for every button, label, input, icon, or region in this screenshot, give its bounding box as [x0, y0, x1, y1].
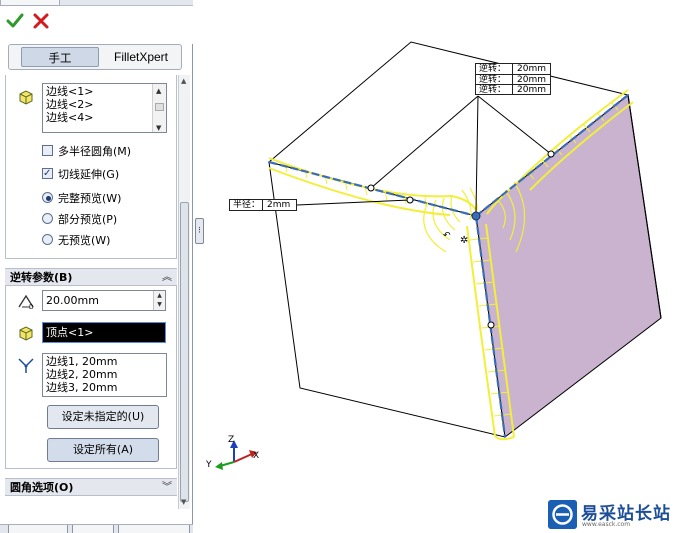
- graphics-viewport[interactable]: ✲ ↶ Z X Y 逆转： 20mm 逆转： 20mm 逆转： 20mm 半径： 2mm: [201, 0, 682, 533]
- scroll-down-icon[interactable]: ▼: [156, 122, 161, 132]
- radio-button[interactable]: [42, 192, 53, 203]
- scroll-thumb[interactable]: [155, 103, 164, 111]
- cancel-button[interactable]: [32, 12, 50, 30]
- setback-distance-field[interactable]: 20.00mm ▲ ▼: [42, 290, 166, 311]
- tangent-propagation-label: 切线延伸(G): [58, 168, 120, 181]
- panel-scroll-thumb[interactable]: [180, 202, 189, 502]
- callout-row: 逆转： 20mm: [476, 64, 550, 74]
- setback-parameters-header[interactable]: 逆转参数(B) ︽: [5, 268, 177, 286]
- property-manager-header: [0, 0, 193, 44]
- coordinate-triad: Z X Y: [205, 435, 259, 470]
- list-item[interactable]: 边线<2>: [46, 98, 163, 111]
- triad-y-label: Y: [205, 460, 212, 470]
- callout-row: 半径： 2mm: [230, 200, 296, 210]
- watermark-subtitle: www.easck.com: [582, 521, 631, 528]
- list-item[interactable]: 边线<1>: [46, 85, 163, 98]
- vertex-field[interactable]: 顶点<1>: [42, 322, 166, 343]
- title-tab: [0, 0, 60, 6]
- no-preview-radio[interactable]: 无预览(W): [42, 233, 110, 249]
- triad-z-label: Z: [228, 435, 234, 445]
- collapse-chevron-icon[interactable]: ︽: [162, 269, 172, 286]
- callout-value: 20mm: [512, 75, 546, 85]
- setback-parameters-title: 逆转参数(B): [10, 271, 73, 284]
- triad-x-label: X: [253, 451, 259, 461]
- setback-list-icon: [18, 358, 34, 373]
- scroll-up-icon[interactable]: ▲: [181, 77, 186, 85]
- setback-distance-icon: D: [18, 294, 34, 310]
- bottom-tab-strip: [0, 524, 193, 533]
- cursor-marker: ✲: [460, 235, 468, 246]
- checkbox-box[interactable]: [42, 166, 53, 182]
- full-preview-label: 完整预览(W): [58, 192, 122, 205]
- list-item[interactable]: 边线<4>: [46, 111, 163, 124]
- callout-label: 逆转：: [479, 85, 507, 95]
- fillet-options-header[interactable]: 圆角选项(O) ︾: [5, 478, 177, 496]
- bottom-tab[interactable]: [118, 525, 190, 533]
- callout-label: 半径：: [233, 200, 261, 210]
- vertex-value: 顶点<1>: [46, 326, 94, 339]
- multi-radius-label: 多半径圆角(M): [58, 145, 132, 158]
- panel-splitter[interactable]: [193, 0, 201, 533]
- logo-e-icon: [548, 500, 577, 529]
- site-watermark: 易采站长站 www.easck.com: [548, 498, 682, 533]
- fillet-options-title: 圆角选项(O): [10, 481, 74, 494]
- partial-preview-label: 部分预览(P): [58, 213, 118, 226]
- bottom-tab[interactable]: [8, 525, 68, 533]
- full-preview-radio[interactable]: 完整预览(W): [42, 191, 121, 207]
- tab-bar: 手工 FilletXpert: [8, 44, 182, 70]
- tab-manual[interactable]: 手工: [21, 47, 99, 67]
- tab-filletxpert[interactable]: FilletXpert: [105, 47, 177, 67]
- callout-label: 逆转：: [479, 64, 507, 74]
- rotate-marker: ↶: [443, 231, 451, 241]
- setback-distances-list[interactable]: 边线1, 20mm 边线2, 20mm 边线3, 20mm: [42, 353, 167, 397]
- checkbox-box[interactable]: [42, 145, 53, 156]
- setback-callout[interactable]: 逆转： 20mm 逆转： 20mm 逆转： 20mm: [475, 63, 551, 95]
- list-item[interactable]: 边线2, 20mm: [46, 368, 163, 381]
- scroll-down-icon[interactable]: ▼: [181, 498, 186, 506]
- edges-list[interactable]: 边线<1> 边线<2> 边线<4> ▲ ▼: [42, 83, 167, 133]
- list-item[interactable]: 边线1, 20mm: [46, 355, 163, 368]
- radio-button[interactable]: [42, 234, 53, 245]
- ok-button[interactable]: [6, 12, 24, 30]
- callout-row: 逆转： 20mm: [476, 84, 550, 95]
- partial-preview-radio[interactable]: 部分预览(P): [42, 212, 117, 228]
- edges-list-scrollbar[interactable]: ▲ ▼: [152, 84, 166, 132]
- callout-value: 20mm: [512, 85, 546, 95]
- vertex-marker[interactable]: [471, 211, 481, 221]
- list-item[interactable]: 边线3, 20mm: [46, 381, 163, 394]
- vertex-selection-icon: [19, 326, 33, 341]
- panel-scrollbar[interactable]: ▲ ▼: [178, 75, 190, 509]
- svg-text:D: D: [29, 304, 34, 310]
- radius-callout[interactable]: 半径： 2mm: [229, 199, 297, 211]
- set-all-button[interactable]: 设定所有(A): [47, 438, 159, 462]
- items-to-fillet-group: 边线<1> 边线<2> 边线<4> ▲ ▼ 多半径圆角(M) 切线延伸(G) 完…: [5, 75, 177, 259]
- callout-value: 20mm: [512, 64, 546, 74]
- multi-radius-checkbox[interactable]: 多半径圆角(M): [42, 144, 131, 160]
- callout-value: 2mm: [262, 200, 292, 210]
- callout-row: 逆转： 20mm: [476, 74, 550, 85]
- no-preview-label: 无预览(W): [58, 234, 111, 247]
- setback-distance-value: 20.00mm: [46, 294, 99, 307]
- radio-button[interactable]: [42, 213, 53, 224]
- expand-chevron-icon[interactable]: ︾: [162, 479, 172, 496]
- callout-label: 逆转：: [479, 75, 507, 85]
- property-manager: 手工 FilletXpert 边线<1> 边线<2> 边线<4> ▲ ▼ 多半径…: [0, 0, 193, 533]
- scroll-up-icon[interactable]: ▲: [156, 85, 161, 98]
- property-scroll-area: 边线<1> 边线<2> 边线<4> ▲ ▼ 多半径圆角(M) 切线延伸(G) 完…: [5, 75, 177, 509]
- edge-selection-icon: [19, 90, 33, 105]
- model-scene[interactable]: ✲ ↶ Z X Y: [201, 0, 682, 533]
- tangent-propagation-checkbox[interactable]: 切线延伸(G): [42, 166, 120, 183]
- bottom-tab[interactable]: [72, 525, 114, 533]
- distance-spinner[interactable]: ▲ ▼: [153, 291, 165, 310]
- setback-parameters-group: D 20.00mm ▲ ▼ 顶点<1> 边线1, 20mm 边线2, 20mm 边…: [5, 286, 177, 469]
- set-unassigned-button[interactable]: 设定未指定的(U): [47, 405, 159, 429]
